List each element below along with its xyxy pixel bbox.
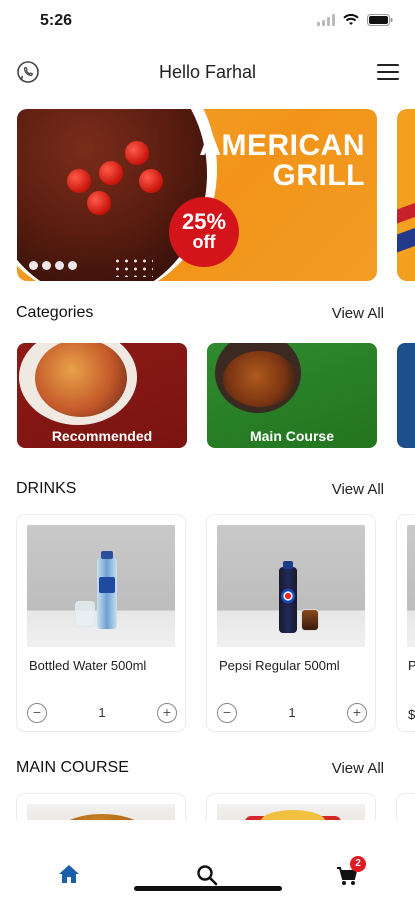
banner-headline: AMERICAN GRILL <box>199 131 365 191</box>
discount-percent: 25% <box>181 209 227 234</box>
menu-icon[interactable] <box>377 64 399 80</box>
status-bar: 5:26 <box>0 0 415 44</box>
quantity-stepper: − 1 + <box>27 703 177 723</box>
quantity-value: 1 <box>288 705 296 720</box>
page-title: Hello Farhal <box>158 62 257 82</box>
section-title: DRINKS <box>16 480 77 497</box>
product-price: $ <box>408 707 415 722</box>
category-label: Recommended <box>51 428 153 444</box>
product-card-bottled-water[interactable]: Bottled Water 500ml − 1 + <box>17 515 185 731</box>
tomato-decoration <box>125 141 149 165</box>
quantity-stepper: − 1 + <box>217 703 367 723</box>
category-label: Main Course <box>249 428 334 444</box>
section-title: MAIN COURSE <box>16 759 129 776</box>
main-course-view-all-link[interactable]: View All <box>332 760 384 777</box>
battery-icon <box>367 14 393 26</box>
product-name: P <box>408 658 415 673</box>
categories-view-all-link[interactable]: View All <box>332 305 384 322</box>
cart-count-badge: 2 <box>350 856 366 872</box>
increment-button[interactable]: + <box>157 703 177 723</box>
product-card-peek[interactable]: P $ <box>397 515 415 731</box>
product-card-pepsi[interactable]: Pepsi Regular 500ml − 1 + <box>207 515 375 731</box>
status-time: 5:26 <box>40 12 73 29</box>
tomato-decoration <box>99 161 123 185</box>
home-icon <box>59 865 79 883</box>
search-icon <box>197 865 218 886</box>
product-image <box>27 525 175 647</box>
signal-icon <box>317 14 335 26</box>
social-dots <box>29 261 77 270</box>
status-icons <box>317 14 393 26</box>
tab-cart[interactable]: 2 <box>336 856 366 891</box>
product-name: Pepsi Regular 500ml <box>219 658 340 673</box>
category-card-peek[interactable] <box>397 343 415 448</box>
product-image <box>217 525 365 647</box>
tomato-decoration <box>67 169 91 193</box>
wings-image <box>223 351 297 407</box>
banner-headline-line1: AMERICAN <box>199 129 365 162</box>
wifi-icon <box>343 14 359 25</box>
categories-header: Categories View All <box>16 304 384 328</box>
home-indicator <box>134 886 282 891</box>
next-banner-peek[interactable] <box>397 109 415 281</box>
main-course-header: MAIN COURSE View All <box>16 759 384 783</box>
app-header: Hello Farhal <box>0 52 415 92</box>
discount-badge: 25% off <box>169 197 239 267</box>
category-card-recommended[interactable]: Recommended <box>17 343 187 448</box>
quantity-value: 1 <box>98 705 106 720</box>
tomato-decoration <box>87 191 111 215</box>
category-card-main-course[interactable]: Main Course <box>207 343 377 448</box>
tab-home[interactable] <box>58 864 80 889</box>
promo-banner[interactable]: AMERICAN GRILL 25% off <box>17 109 377 281</box>
banner-headline-line2: GRILL <box>272 159 365 192</box>
drinks-view-all-link[interactable]: View All <box>332 481 384 498</box>
product-name: Bottled Water 500ml <box>29 658 147 673</box>
discount-off: off <box>192 232 216 252</box>
increment-button[interactable]: + <box>347 703 367 723</box>
tomato-decoration <box>139 169 163 193</box>
section-title: Categories <box>16 304 94 321</box>
dot-grid-decoration <box>113 257 153 277</box>
drinks-header: DRINKS View All <box>16 480 384 504</box>
